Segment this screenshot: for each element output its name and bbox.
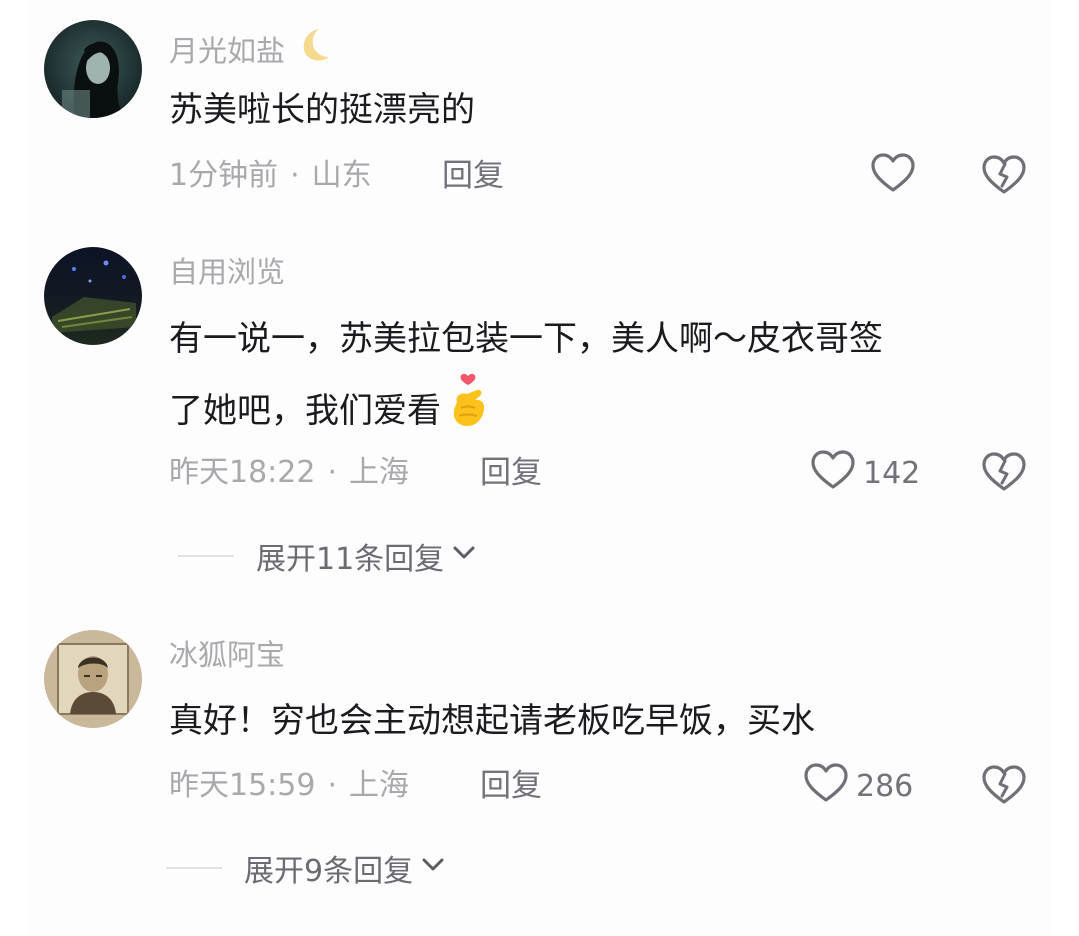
broken-heart-icon xyxy=(980,765,1028,814)
broken-heart-icon xyxy=(980,452,1028,501)
comment-location: 上海 xyxy=(349,455,410,490)
dislike-button[interactable] xyxy=(980,762,1028,810)
heart-outline-icon xyxy=(869,150,917,202)
chevron-down-icon xyxy=(450,538,478,574)
reply-button[interactable]: 回复 xyxy=(442,156,504,196)
finger-heart-emoji-icon xyxy=(447,372,491,452)
expand-divider-line xyxy=(166,867,222,869)
username-text: 自用浏览 xyxy=(169,255,286,289)
comment-meta: 1分钟前 · 山东 xyxy=(169,156,372,196)
comment-location: 山东 xyxy=(311,158,372,193)
comment-time: 1分钟前 xyxy=(169,158,279,193)
expand-replies-label: 展开9条回复 xyxy=(244,854,414,889)
meta-separator: · xyxy=(327,455,338,490)
username-text: 月光如盐 xyxy=(169,34,286,68)
expand-replies-button[interactable]: 展开11条回复 xyxy=(178,536,478,577)
comment-text: 真好！穷也会主动想起请老板吃早饭，买水 xyxy=(169,701,815,741)
comment-text: 苏美啦长的挺漂亮的 xyxy=(169,90,475,130)
comment-text-line: 有一说一，苏美拉包装一下，美人啊～皮衣哥签 xyxy=(169,319,883,359)
comment-meta: 昨天15:59 · 上海 xyxy=(169,766,409,806)
like-count: 286 xyxy=(856,768,914,804)
expand-replies-button[interactable]: 展开9条回复 xyxy=(166,848,447,889)
comment-meta: 昨天18:22 · 上海 xyxy=(169,453,409,493)
heart-outline-icon xyxy=(802,760,850,812)
like-button[interactable] xyxy=(869,152,917,200)
reply-button[interactable]: 回复 xyxy=(480,453,542,493)
like-count: 142 xyxy=(863,455,921,491)
comment-username[interactable]: 冰狐阿宝 xyxy=(169,637,285,673)
meta-separator: · xyxy=(290,158,300,193)
avatar[interactable] xyxy=(44,247,142,345)
comment-text: 有一说一，苏美拉包装一下，美人啊～皮衣哥签 了她吧，我们爱看 xyxy=(169,306,1039,452)
dislike-button[interactable] xyxy=(980,152,1028,200)
comment-text-line: 了她吧，我们爱看 xyxy=(169,372,1039,452)
chevron-down-icon xyxy=(419,850,447,886)
dislike-button[interactable] xyxy=(980,449,1028,497)
expand-replies-label: 展开11条回复 xyxy=(256,542,445,577)
heart-outline-icon xyxy=(809,447,857,499)
comment-text-span: 了她吧，我们爱看 xyxy=(169,391,441,431)
avatar[interactable] xyxy=(44,20,142,118)
comment-username[interactable]: 自用浏览 xyxy=(169,254,285,290)
meta-separator: · xyxy=(327,768,338,803)
username-text: 冰狐阿宝 xyxy=(169,638,286,672)
comment-location: 上海 xyxy=(349,768,410,803)
comment-time: 昨天15:59 xyxy=(169,768,316,803)
crescent-moon-icon xyxy=(295,25,335,73)
reply-button[interactable]: 回复 xyxy=(480,766,542,806)
expand-divider-line xyxy=(178,555,234,557)
broken-heart-icon xyxy=(980,155,1028,204)
avatar[interactable] xyxy=(44,630,142,728)
like-button[interactable]: 286 xyxy=(802,762,913,810)
like-button[interactable]: 142 xyxy=(809,449,920,497)
comment-username[interactable]: 月光如盐 xyxy=(169,25,335,73)
comment-time: 昨天18:22 xyxy=(169,455,316,490)
